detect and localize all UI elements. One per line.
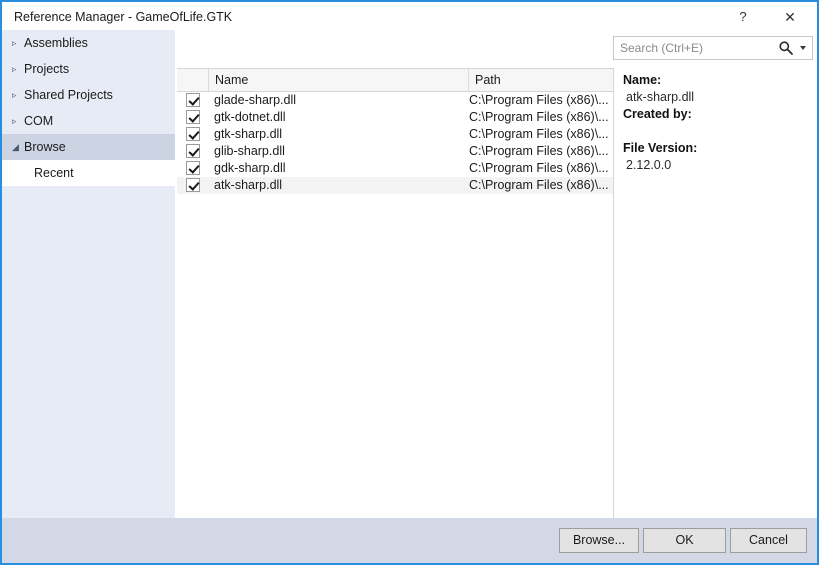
cell-path: C:\Program Files (x86)\... <box>469 144 609 158</box>
row-checkbox[interactable] <box>186 161 200 175</box>
reference-manager-dialog: Reference Manager - GameOfLife.GTK ? ✕ ▹… <box>0 0 819 565</box>
chevron-down-icon[interactable] <box>800 46 806 50</box>
details-panel: Name: atk-sharp.dll Created by: File Ver… <box>615 68 817 518</box>
cell-name: atk-sharp.dll <box>214 178 283 192</box>
window-title: Reference Manager - GameOfLife.GTK <box>14 10 233 24</box>
list-body: glade-sharp.dll C:\Program Files (x86)\.… <box>177 92 613 518</box>
sidebar-item-recent[interactable]: Recent <box>2 160 175 186</box>
table-row[interactable]: glade-sharp.dll C:\Program Files (x86)\.… <box>177 92 613 109</box>
row-checkbox[interactable] <box>186 93 200 107</box>
table-row[interactable]: gtk-dotnet.dll C:\Program Files (x86)\..… <box>177 109 613 126</box>
browse-button[interactable]: Browse... <box>559 528 639 553</box>
cell-name: gdk-sharp.dll <box>214 161 286 175</box>
detail-created-by-label: Created by: <box>623 107 692 121</box>
main-content: Search (Ctrl+E) Name Path glade-sharp.dl… <box>175 30 817 518</box>
cell-name: gtk-sharp.dll <box>214 127 283 141</box>
sidebar-item-com[interactable]: ▹ COM <box>2 108 175 134</box>
cell-name: glade-sharp.dll <box>214 93 296 107</box>
sidebar-item-label: Browse <box>24 140 66 154</box>
sidebar-item-label: Projects <box>24 62 70 76</box>
close-icon[interactable]: ✕ <box>769 4 811 30</box>
detail-name-value: atk-sharp.dll <box>626 90 695 104</box>
row-checkbox[interactable] <box>186 144 200 158</box>
table-row[interactable]: glib-sharp.dll C:\Program Files (x86)\..… <box>177 143 613 160</box>
sidebar-item-label: Recent <box>34 166 74 180</box>
detail-file-version-label: File Version: <box>623 141 698 155</box>
cell-path: C:\Program Files (x86)\... <box>469 178 609 192</box>
cell-name: gtk-dotnet.dll <box>214 110 286 124</box>
search-placeholder: Search (Ctrl+E) <box>620 41 704 55</box>
table-row[interactable]: gtk-sharp.dll C:\Program Files (x86)\... <box>177 126 613 143</box>
cell-path: C:\Program Files (x86)\... <box>469 110 609 124</box>
row-checkbox[interactable] <box>186 178 200 192</box>
detail-created-by-value <box>623 123 817 140</box>
table-row[interactable]: atk-sharp.dll C:\Program Files (x86)\... <box>177 177 613 194</box>
chevron-down-icon: ◢ <box>12 142 19 152</box>
chevron-right-icon: ▹ <box>12 116 17 126</box>
column-header-path[interactable]: Path <box>468 69 613 91</box>
dialog-footer: Browse... OK Cancel <box>2 518 817 563</box>
cell-name: glib-sharp.dll <box>214 144 285 158</box>
sidebar-item-assemblies[interactable]: ▹ Assemblies <box>2 30 175 56</box>
search-input[interactable]: Search (Ctrl+E) <box>613 36 813 60</box>
category-sidebar: ▹ Assemblies ▹ Projects ▹ Shared Projects ▹… <box>2 30 175 518</box>
ok-button[interactable]: OK <box>643 528 726 553</box>
chevron-right-icon: ▹ <box>12 64 17 74</box>
row-checkbox[interactable] <box>186 110 200 124</box>
list-header-row: Name Path <box>177 69 613 92</box>
detail-file-version-value: 2.12.0.0 <box>626 158 672 172</box>
chevron-right-icon: ▹ <box>12 90 17 100</box>
column-header-checkbox[interactable] <box>177 69 208 91</box>
checkmark-icon <box>186 110 200 124</box>
sidebar-item-label: COM <box>24 114 54 128</box>
title-bar: Reference Manager - GameOfLife.GTK ? ✕ <box>2 0 817 30</box>
sidebar-item-shared-projects[interactable]: ▹ Shared Projects <box>2 82 175 108</box>
help-icon[interactable]: ? <box>722 4 764 30</box>
column-header-name[interactable]: Name <box>208 69 468 91</box>
checkmark-icon <box>186 93 200 107</box>
sidebar-item-browse[interactable]: ◢ Browse <box>2 134 175 160</box>
checkmark-icon <box>186 178 200 192</box>
cell-path: C:\Program Files (x86)\... <box>469 127 609 141</box>
detail-name-label: Name: <box>623 73 662 87</box>
sidebar-item-projects[interactable]: ▹ Projects <box>2 56 175 82</box>
checkmark-icon <box>186 161 200 175</box>
sidebar-item-label: Shared Projects <box>24 88 113 102</box>
cell-path: C:\Program Files (x86)\... <box>469 93 609 107</box>
table-row[interactable]: gdk-sharp.dll C:\Program Files (x86)\... <box>177 160 613 177</box>
search-icon[interactable] <box>778 40 794 56</box>
checkmark-icon <box>186 127 200 141</box>
reference-list: Name Path glade-sharp.dll C:\Program Fil… <box>177 68 614 518</box>
cancel-button[interactable]: Cancel <box>730 528 807 553</box>
chevron-right-icon: ▹ <box>12 38 17 48</box>
sidebar-item-label: Assemblies <box>24 36 88 50</box>
cell-path: C:\Program Files (x86)\... <box>469 161 609 175</box>
row-checkbox[interactable] <box>186 127 200 141</box>
checkmark-icon <box>186 144 200 158</box>
